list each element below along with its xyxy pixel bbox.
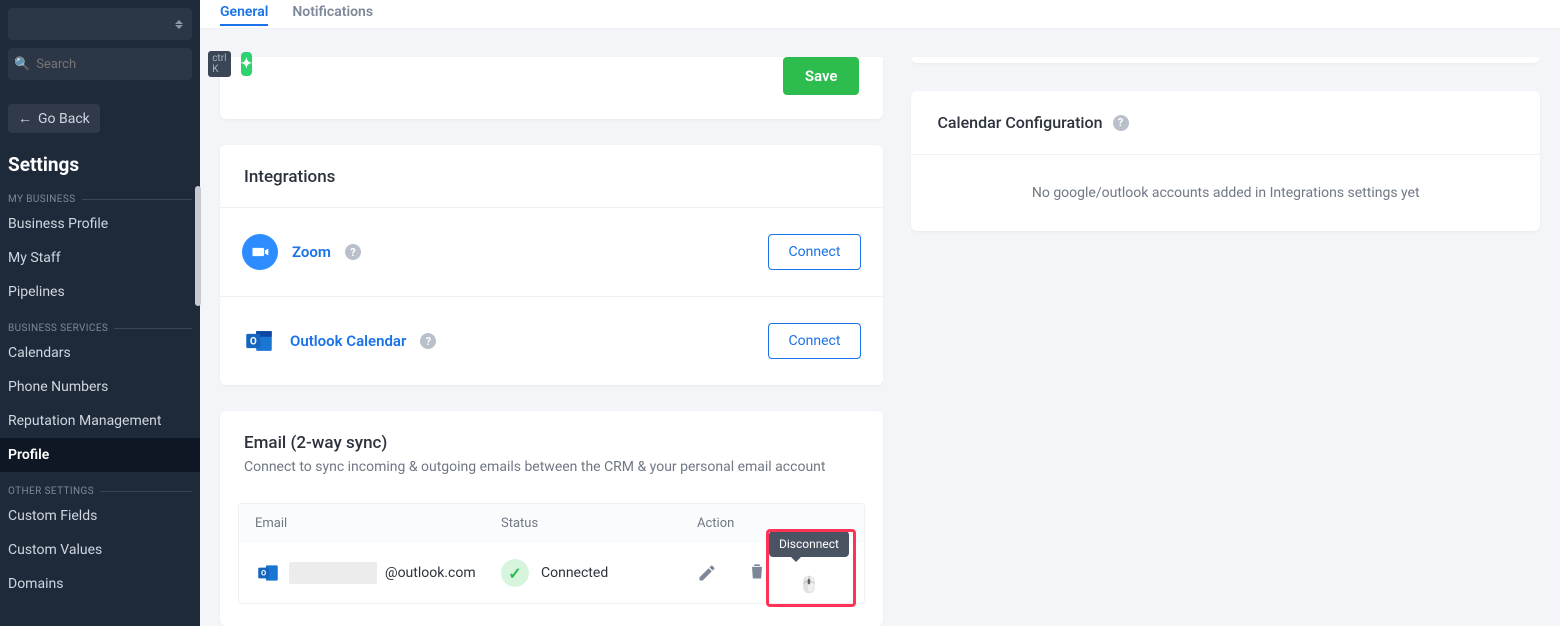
table-row: O @outlook.com ✓ Connected Dis	[239, 543, 864, 603]
tabs: General Notifications	[200, 0, 1560, 29]
add-button[interactable]: ✦	[241, 52, 253, 76]
group-business-services: BUSINESS SERVICES	[0, 309, 200, 336]
sidebar-item-custom-fields[interactable]: Custom Fields	[0, 499, 200, 533]
sidebar-item-pipelines[interactable]: Pipelines	[0, 275, 200, 309]
kbd-hint: ctrl K	[208, 51, 230, 77]
help-icon[interactable]: ?	[345, 244, 361, 260]
cursor-icon: 🖱️	[799, 575, 819, 594]
connect-outlook-button[interactable]: Connect	[768, 323, 862, 359]
col-email: Email	[255, 516, 501, 531]
col-action: Action	[697, 516, 848, 531]
right-column: Calendar Configuration ? No google/outlo…	[911, 57, 1540, 626]
zoom-icon	[242, 234, 278, 270]
email-sync-card: Email (2-way sync) Connect to sync incom…	[220, 411, 883, 626]
status-label: Connected	[541, 565, 608, 581]
content: Save Integrations Zoom ? Connect	[200, 57, 1560, 626]
help-icon[interactable]: ?	[420, 333, 436, 349]
svg-text:O: O	[250, 337, 257, 348]
save-button[interactable]: Save	[783, 57, 860, 95]
main: General Notifications Save Integrations …	[200, 0, 1560, 626]
chevron-updown-icon	[172, 20, 186, 29]
sidebar-item-profile[interactable]: Profile	[0, 438, 200, 472]
left-column: Save Integrations Zoom ? Connect	[220, 57, 883, 626]
integration-row-zoom: Zoom ? Connect	[220, 208, 883, 297]
search-icon: 🔍	[14, 57, 30, 72]
save-card: Save	[220, 57, 883, 119]
group-my-business: MY BUSINESS	[0, 180, 200, 207]
email-redacted	[289, 562, 377, 584]
tab-general[interactable]: General	[220, 0, 268, 26]
outlook-small-icon: O	[255, 560, 281, 586]
sidebar-item-custom-values[interactable]: Custom Values	[0, 533, 200, 567]
sidebar-item-business-profile[interactable]: Business Profile	[0, 207, 200, 241]
outlook-icon: O	[242, 324, 276, 358]
check-icon: ✓	[501, 559, 529, 587]
sidebar-item-phone-numbers[interactable]: Phone Numbers	[0, 370, 200, 404]
calendar-config-title: Calendar Configuration	[937, 113, 1102, 132]
go-back-label: Go Back	[38, 111, 90, 127]
disconnect-tooltip: Disconnect	[769, 531, 849, 557]
email-sync-subtitle: Connect to sync incoming & outgoing emai…	[220, 457, 883, 493]
integrations-title: Integrations	[220, 145, 883, 208]
edit-icon[interactable]	[697, 563, 717, 583]
card-overflow-top	[911, 57, 1540, 63]
email-sync-title: Email (2-way sync)	[220, 411, 883, 457]
arrow-left-icon: ←	[18, 110, 32, 127]
help-icon[interactable]: ?	[1113, 115, 1129, 131]
email-suffix: @outlook.com	[385, 565, 476, 581]
calendar-config-empty: No google/outlook accounts added in Inte…	[911, 155, 1540, 231]
sidebar-item-reputation-management[interactable]: Reputation Management	[0, 404, 200, 438]
calendar-config-card: Calendar Configuration ? No google/outlo…	[911, 91, 1540, 231]
sidebar-item-domains[interactable]: Domains	[0, 567, 200, 601]
search-row: 🔍 ctrl K ✦	[8, 48, 192, 80]
go-back-button[interactable]: ← Go Back	[8, 104, 100, 133]
sidebar-item-my-staff[interactable]: My Staff	[0, 241, 200, 275]
connect-zoom-button[interactable]: Connect	[768, 234, 862, 270]
sidebar-item-calendars[interactable]: Calendars	[0, 336, 200, 370]
integration-row-outlook: O Outlook Calendar ? Connect	[220, 297, 883, 385]
svg-text:O: O	[261, 569, 266, 578]
group-other-settings: OTHER SETTINGS	[0, 472, 200, 499]
zoom-label: Zoom	[292, 243, 331, 261]
outlook-label: Outlook Calendar	[290, 332, 406, 350]
search-input[interactable]	[36, 57, 202, 72]
workspace-selector[interactable]	[8, 8, 192, 40]
col-status: Status	[501, 516, 697, 531]
tab-notifications[interactable]: Notifications	[292, 0, 373, 24]
page-title: Settings	[0, 141, 200, 180]
sidebar: 🔍 ctrl K ✦ ← Go Back Settings MY BUSINES…	[0, 0, 200, 626]
delete-icon[interactable]	[747, 561, 767, 581]
email-table: Email Status Action O @outlook.com	[238, 503, 865, 604]
integrations-card: Integrations Zoom ? Connect O	[220, 145, 883, 385]
